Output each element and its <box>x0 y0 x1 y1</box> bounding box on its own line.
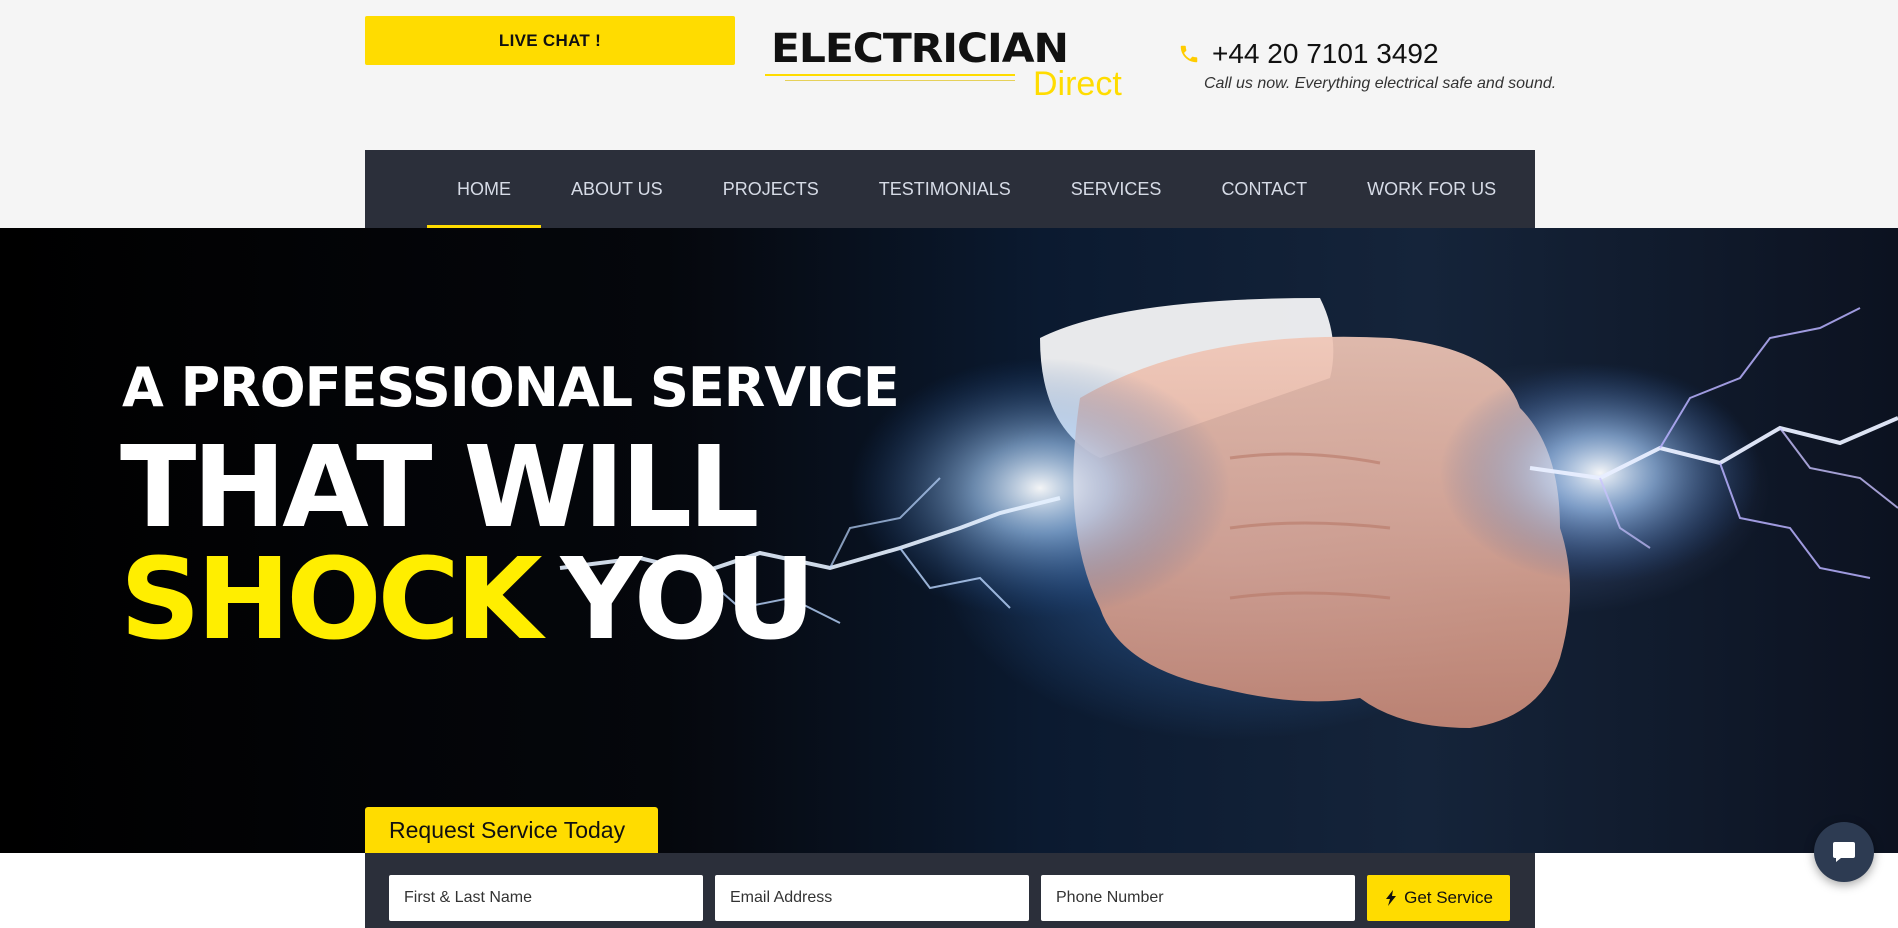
hero-headline-highlight: SHOCK <box>120 535 543 665</box>
logo-main-text: ELECTRICIAN <box>771 26 1069 72</box>
nav-list: HOME ABOUT US PROJECTS TESTIMONIALS SERV… <box>427 150 1526 228</box>
hero-headline-line2: THAT WILL <box>120 423 759 553</box>
nav-item-contact[interactable]: CONTACT <box>1191 150 1337 228</box>
request-service-tab: Request Service Today <box>365 807 658 853</box>
phone-icon <box>1180 45 1198 63</box>
hero-headline-line3: SHOCK YOU <box>120 540 816 660</box>
logo-underline-secondary <box>785 80 1015 81</box>
lightning-bolt-icon <box>1386 890 1397 906</box>
hero-banner: A PROFESSIONAL SERVICE THAT WILL SHOCK YO… <box>0 228 1898 853</box>
nav-item-testimonials[interactable]: TESTIMONIALS <box>849 150 1041 228</box>
phone-field[interactable] <box>1041 875 1355 921</box>
hero-headline-line1: A PROFESSIONAL SERVICE <box>122 356 900 419</box>
nav-item-projects[interactable]: PROJECTS <box>693 150 849 228</box>
logo-sub-text: Direct <box>1033 65 1122 103</box>
hero-headline-you: YOU <box>560 535 816 665</box>
header-phone[interactable]: +44 20 7101 3492 <box>1178 38 1439 70</box>
nav-item-home[interactable]: HOME <box>427 150 541 228</box>
logo-underline <box>765 74 1015 76</box>
name-field[interactable] <box>389 875 703 921</box>
site-logo[interactable]: ELECTRICIAN Direct <box>765 26 1130 106</box>
chat-widget-button[interactable] <box>1814 822 1874 882</box>
get-service-label: Get Service <box>1404 888 1493 907</box>
nav-item-work-for-us[interactable]: WORK FOR US <box>1337 150 1526 228</box>
header-tagline: Call us now. Everything electrical safe … <box>1204 75 1557 92</box>
nav-item-services[interactable]: SERVICES <box>1041 150 1192 228</box>
live-chat-button[interactable]: LIVE CHAT ! <box>365 16 735 65</box>
nav-item-about-us[interactable]: ABOUT US <box>541 150 693 228</box>
email-field[interactable] <box>715 875 1029 921</box>
site-header: LIVE CHAT ! ELECTRICIAN Direct +44 20 71… <box>0 0 1898 228</box>
get-service-button[interactable]: Get Service <box>1367 875 1510 921</box>
request-service-form: Get Service <box>365 853 1535 928</box>
main-nav: HOME ABOUT US PROJECTS TESTIMONIALS SERV… <box>365 150 1535 228</box>
phone-number[interactable]: +44 20 7101 3492 <box>1212 38 1439 70</box>
chat-bubble-icon <box>1833 842 1855 862</box>
